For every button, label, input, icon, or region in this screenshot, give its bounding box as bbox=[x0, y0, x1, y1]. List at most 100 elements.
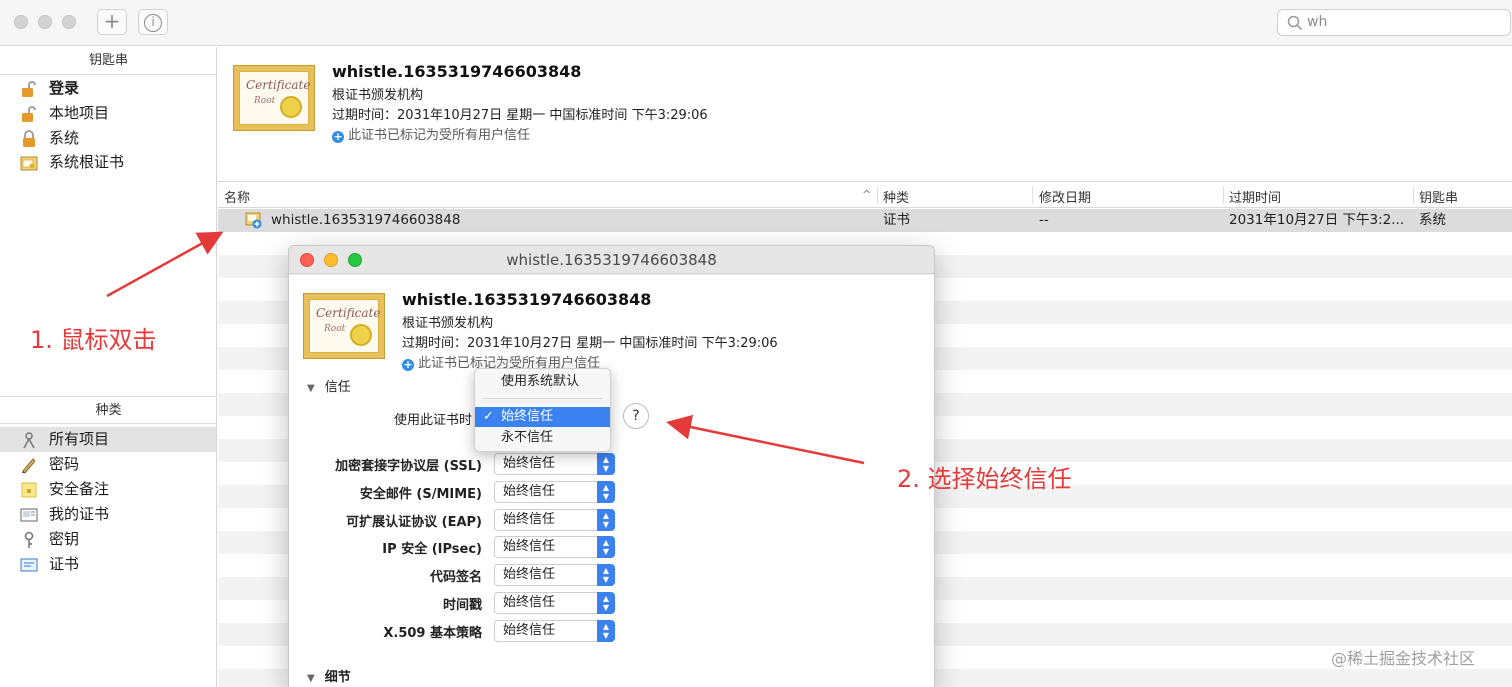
sidebar-item-label: 密码 bbox=[49, 455, 80, 473]
info-button[interactable]: i bbox=[138, 9, 168, 35]
sidebar-item-system[interactable]: 系统 bbox=[0, 126, 216, 151]
search-field[interactable]: wh bbox=[1277, 9, 1511, 36]
sidebar-item-certificates[interactable]: 证书 bbox=[0, 552, 216, 577]
policy-label-eap: 可扩展认证协议 (EAP) bbox=[346, 515, 482, 530]
menu-item-system-default[interactable]: 使用系统默认 bbox=[475, 372, 610, 392]
details-section-label: 细节 bbox=[324, 670, 351, 685]
sidebar-item-local[interactable]: 本地项目 bbox=[0, 101, 216, 126]
certificate-icon-subtext: Root bbox=[324, 324, 346, 334]
menu-item-label: 永不信任 bbox=[501, 430, 554, 445]
sidebar-item-system-roots[interactable]: 系统根证书 bbox=[0, 150, 216, 175]
dialog-body: Certificate Root whistle.163531974660384… bbox=[289, 275, 934, 687]
dialog-certificate-subtitle: 根证书颁发机构 bbox=[402, 316, 494, 331]
menu-item-label: 使用系统默认 bbox=[501, 374, 580, 389]
lock-icon bbox=[23, 130, 35, 147]
trust-option-menu[interactable]: 使用系统默认 ✓ 始终信任 永不信任 bbox=[474, 368, 611, 452]
all-items-icon bbox=[23, 432, 35, 449]
certificate-folder-icon bbox=[20, 156, 38, 171]
policy-label-x509: X.509 基本策略 bbox=[383, 626, 482, 641]
zoom-window-button[interactable] bbox=[62, 15, 76, 29]
minimize-window-button[interactable] bbox=[38, 15, 52, 29]
sidebar-item-secure-notes[interactable]: 安全备注 bbox=[0, 477, 216, 502]
sidebar-item-label: 密钥 bbox=[49, 530, 80, 548]
sidebar-item-label: 证书 bbox=[49, 555, 80, 573]
policy-select-eap[interactable]: 始终信任 ▲ ▼ bbox=[494, 509, 615, 531]
policy-select-timestamp[interactable]: 始终信任 ▲ ▼ bbox=[494, 592, 615, 614]
dialog-minimize-button[interactable] bbox=[324, 253, 338, 267]
policy-label-code-signing: 代码签名 bbox=[429, 570, 482, 585]
select-value: 始终信任 bbox=[503, 456, 556, 471]
key-icon bbox=[24, 531, 34, 548]
seal-icon bbox=[280, 96, 302, 118]
my-certificate-icon bbox=[20, 508, 38, 522]
row-kind: 证书 bbox=[883, 212, 910, 228]
policy-select-smime[interactable]: 始终信任 ▲ ▼ bbox=[494, 481, 615, 503]
sidebar-item-label: 系统 bbox=[49, 129, 80, 147]
close-window-button[interactable] bbox=[14, 15, 28, 29]
certificate-subtitle: 根证书颁发机构 bbox=[332, 88, 424, 103]
column-header-name[interactable]: 名称 bbox=[224, 187, 250, 206]
certificate-icon-text: Certificate bbox=[316, 306, 381, 320]
certificate-detail-window: whistle.1635319746603848 Certificate Roo… bbox=[288, 245, 935, 687]
trust-section-toggle[interactable]: ▼ 信任 bbox=[307, 376, 351, 395]
policy-label-ssl: 加密套接字协议层 (SSL) bbox=[335, 459, 482, 474]
keychains-header: 钥匙串 bbox=[0, 47, 217, 75]
policy-select-ssl[interactable]: 始终信任 ▲ ▼ bbox=[494, 453, 615, 475]
checkmark-icon: ✓ bbox=[483, 409, 494, 424]
details-section-toggle[interactable]: ▼ 细节 bbox=[307, 666, 351, 685]
dialog-close-button[interactable] bbox=[300, 253, 314, 267]
sidebar-item-passwords[interactable]: 密码 bbox=[0, 452, 216, 477]
note-icon bbox=[21, 482, 37, 498]
dialog-certificate-title: whistle.1635319746603848 bbox=[402, 290, 652, 309]
column-header-keychain[interactable]: 钥匙串 bbox=[1419, 187, 1458, 206]
add-item-button[interactable]: + bbox=[97, 9, 127, 35]
row-keychain: 系统 bbox=[1419, 212, 1446, 228]
sidebar: 钥匙串 登录 本地项目 系统 系统根证书 种类 所有项目 密码 安全备注 我的证… bbox=[0, 47, 217, 687]
certificate-icon bbox=[20, 558, 38, 572]
certificate-row-icon bbox=[245, 212, 262, 229]
sidebar-item-all-items[interactable]: 所有项目 bbox=[0, 427, 216, 452]
table-row[interactable]: whistle.1635319746603848 证书 -- 2031年10月2… bbox=[218, 209, 1512, 232]
stepper-arrows-icon: ▲ ▼ bbox=[597, 592, 615, 614]
dialog-title-bar[interactable]: whistle.1635319746603848 bbox=[289, 246, 934, 274]
column-header-kind[interactable]: 种类 bbox=[883, 187, 909, 206]
select-value: 始终信任 bbox=[503, 595, 556, 610]
dialog-title: whistle.1635319746603848 bbox=[506, 251, 717, 269]
help-button[interactable]: ? bbox=[623, 403, 649, 429]
watermark-text: @稀土掘金技术社区 bbox=[1331, 649, 1476, 668]
disclosure-triangle-icon: ▼ bbox=[307, 383, 315, 394]
menu-divider bbox=[483, 398, 602, 399]
certificate-icon-text: Certificate bbox=[246, 78, 311, 92]
pencil-icon bbox=[22, 458, 36, 474]
menu-item-never-trust[interactable]: 永不信任 bbox=[475, 428, 610, 448]
plus-badge-icon: + bbox=[402, 358, 414, 371]
policy-select-code-signing[interactable]: 始终信任 ▲ ▼ bbox=[494, 564, 615, 586]
select-value: 始终信任 bbox=[503, 623, 556, 638]
sidebar-item-label: 登录 bbox=[49, 79, 80, 97]
sidebar-item-login[interactable]: 登录 bbox=[0, 76, 216, 101]
sidebar-item-label: 系统根证书 bbox=[49, 153, 125, 171]
dialog-zoom-button[interactable] bbox=[348, 253, 362, 267]
stepper-arrows-icon: ▲ ▼ bbox=[597, 481, 615, 503]
annotation-step2: 2. 选择始终信任 bbox=[897, 465, 1072, 493]
select-value: 始终信任 bbox=[503, 567, 556, 582]
policy-label-smime: 安全邮件 (S/MIME) bbox=[359, 487, 482, 502]
column-header-expires[interactable]: 过期时间 bbox=[1229, 187, 1281, 206]
menu-item-always-trust[interactable]: ✓ 始终信任 bbox=[475, 407, 610, 427]
policy-select-ipsec[interactable]: 始终信任 ▲ ▼ bbox=[494, 536, 615, 558]
search-input[interactable]: wh bbox=[1307, 14, 1327, 30]
stepper-arrows-icon: ▲ ▼ bbox=[597, 536, 615, 558]
column-header-modified[interactable]: 修改日期 bbox=[1039, 187, 1091, 206]
select-value: 始终信任 bbox=[503, 484, 556, 499]
policy-select-x509[interactable]: 始终信任 ▲ ▼ bbox=[494, 620, 615, 642]
menu-item-label: 始终信任 bbox=[501, 409, 554, 424]
sidebar-item-keys[interactable]: 密钥 bbox=[0, 527, 216, 552]
trust-note: + 此证书已标记为受所有用户信任 bbox=[332, 124, 530, 143]
window-toolbar: + i wh bbox=[0, 0, 1512, 46]
sidebar-item-label: 我的证书 bbox=[49, 505, 110, 523]
sidebar-item-label: 本地项目 bbox=[49, 104, 110, 122]
plus-badge-icon: + bbox=[332, 130, 344, 143]
sidebar-item-my-certificates[interactable]: 我的证书 bbox=[0, 502, 216, 527]
sort-ascending-icon[interactable]: ^ bbox=[862, 188, 871, 201]
disclosure-triangle-icon: ▼ bbox=[307, 673, 315, 684]
